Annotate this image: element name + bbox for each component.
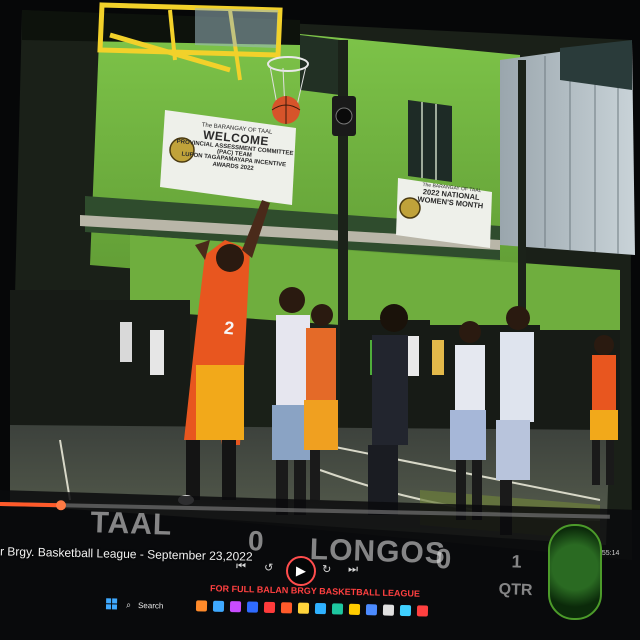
skip-forward-icon[interactable]: ⏭ [348,563,358,576]
post-1 [338,40,348,360]
forward-icon[interactable]: ↻ [322,563,332,576]
taskbar-app-icon[interactable] [280,602,293,614]
taskbar-app-icon[interactable] [263,601,276,614]
rewind-icon[interactable]: ↺ [264,561,274,574]
period-label: QTR [498,581,533,600]
video-controls: ⏮ ↺ ▶ ↻ ⏭ [230,554,371,588]
skip-back-icon[interactable]: ⏮ [236,560,246,573]
search-icon: ⌕ [125,599,132,610]
taskbar-app-icon[interactable] [246,601,259,613]
play-icon[interactable]: ▶ [285,555,317,587]
windows-start-icon[interactable] [105,598,118,610]
home-team: TAAL [90,506,173,542]
taskbar-app-icon[interactable] [314,602,327,615]
taskbar-app-icon[interactable] [297,602,310,614]
period-number: 1 [511,551,522,572]
taskbar-search-label: Search [137,600,164,611]
taskbar-app-icon[interactable] [399,604,412,617]
photo-of-monitor: The BARANGAY OF TAAL WELCOME PROVINCIAL … [0,0,640,640]
taskbar-app-icon[interactable] [416,605,429,617]
away-score: 0 [435,543,452,575]
taskbar-app-icon[interactable] [382,604,395,616]
taskbar-app-icon[interactable] [229,601,242,613]
taskbar-app-icon[interactable] [331,603,344,615]
taskbar-app-icon[interactable] [195,600,208,612]
window-2 [300,35,340,95]
taskbar-app-icon[interactable] [365,604,378,616]
window-1 [408,100,452,182]
taskbar-app-icon[interactable] [212,600,225,612]
taskbar-app-icon[interactable] [348,603,361,615]
